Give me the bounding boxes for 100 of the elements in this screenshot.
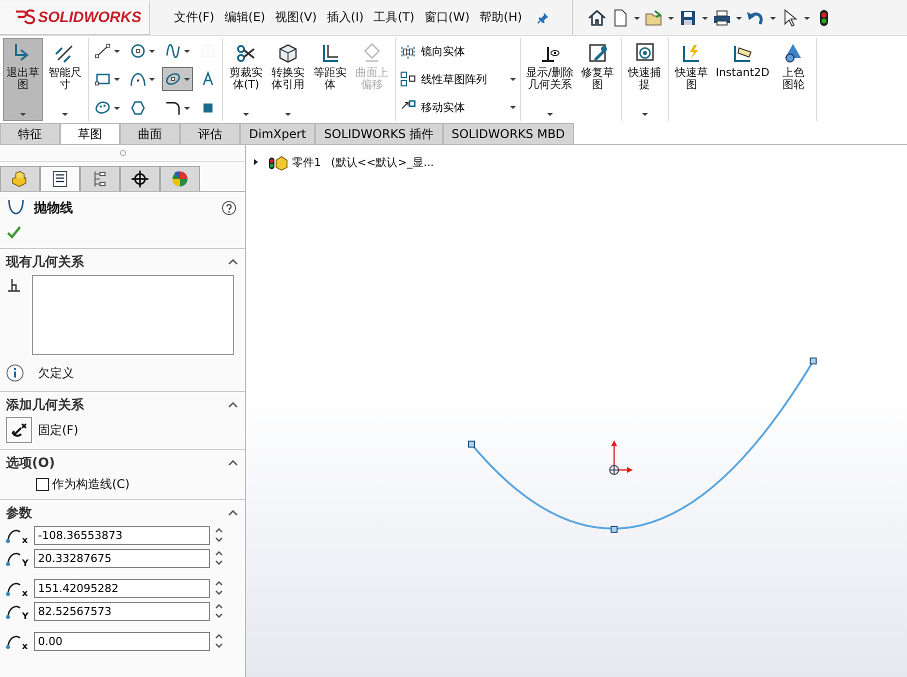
button-label: 等距实 体 <box>314 67 346 91</box>
logo-mark-icon <box>14 8 36 26</box>
ok-check-icon[interactable] <box>6 224 22 240</box>
button-label: 剪裁实 体(T) <box>230 67 262 91</box>
pin-icon[interactable] <box>536 10 550 24</box>
caret-icon <box>113 47 121 56</box>
open-folder-icon[interactable] <box>644 8 664 28</box>
button-label: 显示/删除 几何关系 <box>526 67 574 91</box>
collapse-icon[interactable] <box>227 258 239 266</box>
ribbon-tab[interactable]: 草图 <box>60 123 120 144</box>
fix-button[interactable] <box>6 417 32 443</box>
sketch-tool-icon <box>129 42 147 60</box>
ribbon-tab[interactable]: DimXpert <box>240 123 316 144</box>
button-label: 快速捕 捉 <box>628 67 662 91</box>
origin-icon <box>609 440 633 475</box>
info-icon <box>6 364 24 382</box>
panel-tab[interactable] <box>120 166 160 191</box>
vertex-handle[interactable] <box>610 526 618 533</box>
part-icon <box>268 153 288 171</box>
button-label: 退出草 图 <box>6 67 40 91</box>
sketch-tool-icon <box>129 70 147 88</box>
ribbon-button[interactable]: 快速草 图 <box>672 38 712 121</box>
parameter-field[interactable]: -108.36553873 <box>34 526 210 544</box>
ribbon-tab[interactable]: 评估 <box>180 123 240 144</box>
tree-config-text: (默认<<默认>_显... <box>331 154 434 170</box>
collapse-icon[interactable] <box>227 459 239 467</box>
ribbon-button[interactable]: 修复草 图 <box>578 38 618 121</box>
crosshair-icon <box>130 169 150 189</box>
ribbon-button[interactable]: Instant2D <box>714 38 772 121</box>
ribbon-tab[interactable]: SOLIDWORKS 插件 <box>315 123 443 144</box>
tool-icon[interactable] <box>399 70 417 88</box>
ribbon-button[interactable]: 剪裁实 体(T) <box>226 38 266 121</box>
ribbon-list-button[interactable]: 线性草图阵列 <box>421 72 505 87</box>
parameter-field[interactable]: 20.33287675 <box>34 548 210 568</box>
ribbon-tab[interactable]: 曲面 <box>120 123 180 144</box>
collapse-icon[interactable] <box>227 401 239 409</box>
caret-icon[interactable] <box>509 103 517 112</box>
ribbon-button[interactable]: 显示/删除 几何关系 <box>524 38 576 121</box>
caret-icon <box>546 110 554 118</box>
panel-tab[interactable] <box>80 166 120 191</box>
menu-item[interactable]: 工具(T) <box>374 9 414 26</box>
tool-icon[interactable] <box>399 42 417 61</box>
tree-item[interactable]: 零件1 <box>292 154 321 170</box>
ribbon-button[interactable]: 等距实 体 <box>310 38 350 121</box>
endpoint-handle[interactable] <box>468 440 475 448</box>
menu-item[interactable]: 窗口(W) <box>424 9 470 26</box>
color-wheel-icon <box>170 169 190 189</box>
parameter-field[interactable]: 151.42095282 <box>34 578 210 598</box>
button-label: 转换实 体引用 <box>272 67 304 91</box>
menu-item[interactable]: 帮助(H) <box>480 9 522 26</box>
button-label: 上色 图轮 <box>782 67 804 91</box>
menu-item[interactable]: 插入(I) <box>326 9 364 26</box>
ribbon-button[interactable]: 智能尺 寸 <box>45 38 85 121</box>
caret-icon <box>183 47 191 56</box>
relation-icon <box>6 277 22 293</box>
section-title: 添加几何关系 <box>6 396 84 414</box>
expand-arrow-icon[interactable] <box>252 158 260 166</box>
caret-icon <box>113 75 121 84</box>
caret-icon <box>148 75 156 84</box>
menu-item[interactable]: 编辑(E) <box>224 9 266 26</box>
ribbon-button[interactable]: 上色 图轮 <box>773 38 814 121</box>
parameter-field[interactable]: 0.00 <box>34 632 210 650</box>
sketch-tool-icon <box>164 42 182 60</box>
list-icon <box>50 169 70 189</box>
caret-icon <box>148 47 156 56</box>
caret-icon <box>183 75 191 84</box>
ribbon-tab[interactable]: 特征 <box>0 123 60 144</box>
home-icon[interactable] <box>587 8 608 28</box>
panel-title: 抛物线 <box>34 200 73 217</box>
construction-checkbox[interactable]: 作为构造线(C) <box>36 476 239 493</box>
button-label: 快速草 图 <box>675 67 708 91</box>
menu-item[interactable]: 文件(F) <box>174 9 214 26</box>
section-title: 参数 <box>6 505 32 522</box>
relations-list[interactable] <box>32 275 234 355</box>
print-icon[interactable] <box>712 8 732 28</box>
ribbon-list-button[interactable]: 镜向实体 <box>421 44 505 60</box>
menu-item[interactable]: 视图(V) <box>275 9 317 26</box>
collapse-icon[interactable] <box>227 509 239 517</box>
section-title: 现有几何关系 <box>6 254 84 271</box>
ribbon-tab[interactable]: SOLIDWORKS MBD <box>442 123 574 144</box>
caret-icon <box>19 110 27 118</box>
parameter-field[interactable]: 82.52567573 <box>34 602 210 620</box>
ribbon-button[interactable]: 快速捕 捉 <box>624 38 665 121</box>
endpoint-handle[interactable] <box>810 358 817 364</box>
sketch-tool-icon <box>94 42 112 60</box>
button-label: 修复草 图 <box>581 67 614 91</box>
help-icon[interactable] <box>221 200 237 216</box>
grip-icon[interactable] <box>118 149 126 157</box>
axis-label: Y <box>22 612 30 622</box>
caret-icon[interactable] <box>509 75 517 84</box>
status-text: 欠定义 <box>38 364 74 382</box>
ribbon-button[interactable]: 转换实 体引用 <box>268 38 308 121</box>
panel-tab[interactable] <box>40 166 80 191</box>
ribbon-list-button[interactable]: 移动实体 <box>421 100 505 115</box>
logo-badge[interactable]: SOLIDWORKS <box>0 0 150 34</box>
button-label: 智能尺 寸 <box>48 67 82 91</box>
caret-icon <box>242 110 250 118</box>
ribbon-button[interactable]: 退出草 图 <box>3 38 43 121</box>
button-label: 曲面上 偏移 <box>356 67 388 91</box>
caret-icon <box>284 110 292 118</box>
